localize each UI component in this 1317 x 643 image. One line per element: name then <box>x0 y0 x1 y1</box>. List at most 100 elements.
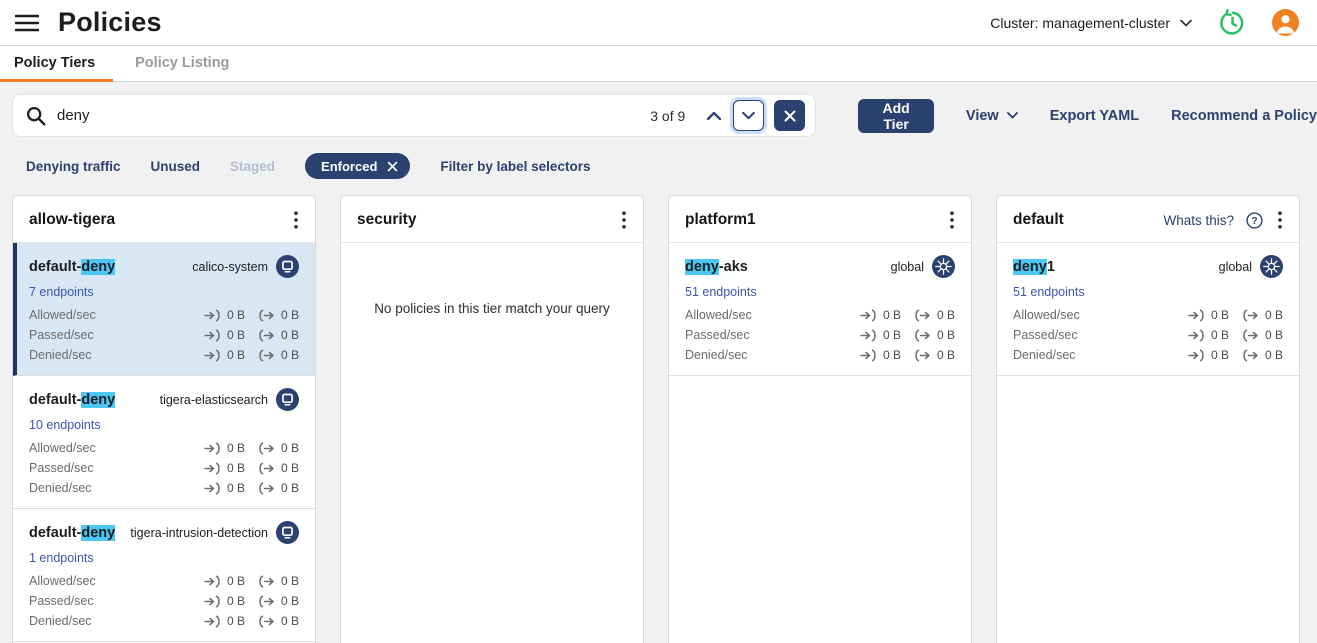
ingress-arrow-icon <box>204 615 222 628</box>
stat-value: 0 B <box>281 481 299 495</box>
ingress-arrow-icon <box>204 442 222 455</box>
stat-value: 0 B <box>227 461 245 475</box>
cluster-selector[interactable]: Cluster: management-cluster <box>990 15 1192 31</box>
policy-scope: calico-system <box>192 255 299 278</box>
stat-value: 0 B <box>883 348 901 362</box>
kebab-menu-icon[interactable] <box>1275 211 1285 229</box>
filter-staged[interactable]: Staged <box>230 159 275 174</box>
stat-row: Passed/sec0 B0 B <box>685 325 955 345</box>
stat-label: Denied/sec <box>29 614 92 628</box>
stat-value: 0 B <box>883 308 901 322</box>
global-scope-icon <box>932 255 955 278</box>
stat-value: 0 B <box>227 574 245 588</box>
close-icon[interactable] <box>387 161 398 172</box>
stat-value: 0 B <box>227 481 245 495</box>
tier-header: allow-tigera <box>13 196 315 243</box>
stat-value: 0 B <box>227 614 245 628</box>
stat-value: 0 B <box>1265 308 1283 322</box>
add-tier-button[interactable]: Add Tier <box>858 99 934 133</box>
scope-label: global <box>1219 260 1252 274</box>
chevron-down-icon <box>741 111 756 120</box>
filter-row: Denying traffic Unused Staged Enforced F… <box>26 153 1317 179</box>
stat-value: 0 B <box>281 614 299 628</box>
whats-this-link[interactable]: Whats this? <box>1163 213 1234 228</box>
endpoints-link[interactable]: 7 endpoints <box>29 285 299 299</box>
stat-row: Allowed/sec0 B0 B <box>1013 305 1283 325</box>
stat-label: Passed/sec <box>29 594 94 608</box>
ingress-arrow-icon <box>204 462 222 475</box>
clear-search-button[interactable] <box>774 100 805 131</box>
egress-arrow-icon <box>258 575 276 588</box>
filter-by-label-selectors[interactable]: Filter by label selectors <box>440 159 590 174</box>
stat-label: Passed/sec <box>29 328 94 342</box>
endpoints-link[interactable]: 10 endpoints <box>29 418 299 432</box>
endpoints-link[interactable]: 1 endpoints <box>29 551 299 565</box>
ingress-arrow-icon <box>204 595 222 608</box>
stat-label: Denied/sec <box>29 481 92 495</box>
endpoints-link[interactable]: 51 endpoints <box>685 285 955 299</box>
policy-card[interactable]: default-denycalico-system7 endpointsAllo… <box>13 243 315 376</box>
stat-row: Denied/sec 0 B 0 B <box>29 478 299 498</box>
tier-column-allow-tigera: allow-tigera default-deny calico-system 7 e… <box>12 195 316 643</box>
endpoints-link[interactable]: 51 endpoints <box>1013 285 1283 299</box>
stat-value: 0 B <box>281 594 299 608</box>
policy-name: deny1 <box>1013 259 1055 275</box>
kebab-menu-icon[interactable] <box>947 211 957 229</box>
policy-name: default-deny <box>29 259 115 275</box>
hamburger-menu-icon[interactable] <box>14 10 40 36</box>
namespace-icon <box>276 388 299 411</box>
search-match-count: 3 of 9 <box>650 108 685 124</box>
next-match-button[interactable] <box>733 100 764 131</box>
tab-policy-tiers[interactable]: Policy Tiers <box>12 46 97 81</box>
egress-arrow-icon <box>1242 309 1260 322</box>
stat-value: 0 B <box>1211 328 1229 342</box>
egress-arrow-icon <box>258 349 276 362</box>
previous-match-button[interactable] <box>701 103 727 129</box>
tier-header: security <box>341 196 643 243</box>
history-icon[interactable] <box>1218 9 1246 37</box>
stat-row: Allowed/sec0 B0 B <box>29 571 299 591</box>
board: allow-tigera default-deny calico-system 7 e… <box>12 195 1317 643</box>
stat-value: 0 B <box>1265 328 1283 342</box>
user-avatar-icon[interactable] <box>1272 9 1299 36</box>
policy-name: deny-aks <box>685 259 748 275</box>
filter-denying-traffic[interactable]: Denying traffic <box>26 159 121 174</box>
search-box: 3 of 9 <box>12 94 816 137</box>
cluster-selector-label: Cluster: management-cluster <box>990 15 1170 31</box>
kebab-menu-icon[interactable] <box>619 211 629 229</box>
policy-card[interactable]: deny-aksglobal51 endpointsAllowed/sec0 B… <box>669 243 971 376</box>
toolbar-actions: Add Tier View Export YAML Recommend a Po… <box>858 99 1317 133</box>
stat-value: 0 B <box>227 348 245 362</box>
tab-policy-listing[interactable]: Policy Listing <box>133 46 231 81</box>
policy-scope: tigera-elasticsearch <box>160 388 299 411</box>
policy-card[interactable]: default-denytigera-elasticsearch10 endpo… <box>13 376 315 509</box>
ingress-arrow-icon <box>204 329 222 342</box>
egress-arrow-icon <box>258 309 276 322</box>
policy-card[interactable]: default-denytigera-intrusion-detection1 … <box>13 509 315 642</box>
search-input[interactable] <box>57 107 650 124</box>
tier-column-security: securityNo policies in this tier match y… <box>340 195 644 643</box>
stat-row: Denied/sec0 B0 B <box>1013 345 1283 365</box>
view-dropdown[interactable]: View <box>966 108 1018 124</box>
filter-chip-enforced[interactable]: Enforced <box>305 153 410 179</box>
scope-label: tigera-elasticsearch <box>160 393 268 407</box>
stat-value: 0 B <box>937 348 955 362</box>
egress-arrow-icon <box>258 462 276 475</box>
kebab-menu-icon[interactable] <box>291 211 301 229</box>
policy-card[interactable]: deny1 global 51 endpoints Allowed/sec 0 B 0 B… <box>997 243 1299 376</box>
filter-unused[interactable]: Unused <box>151 159 201 174</box>
stat-value: 0 B <box>227 308 245 322</box>
question-circle-icon[interactable]: ? <box>1246 212 1263 229</box>
tier-column-platform1: platform1deny-aksglobal51 endpointsAllow… <box>668 195 972 643</box>
stat-label: Allowed/sec <box>1013 308 1080 322</box>
stat-row: Denied/sec0 B0 B <box>29 345 299 365</box>
recommend-policy-button[interactable]: Recommend a Policy <box>1171 108 1317 124</box>
stat-value: 0 B <box>281 574 299 588</box>
egress-arrow-icon <box>1242 349 1260 362</box>
export-yaml-button[interactable]: Export YAML <box>1050 108 1139 124</box>
tier-header: platform1 <box>669 196 971 243</box>
scope-label: tigera-intrusion-detection <box>130 526 268 540</box>
tier-header: defaultWhats this?? <box>997 196 1299 243</box>
search-highlight: deny <box>81 259 115 275</box>
ingress-arrow-icon <box>204 482 222 495</box>
